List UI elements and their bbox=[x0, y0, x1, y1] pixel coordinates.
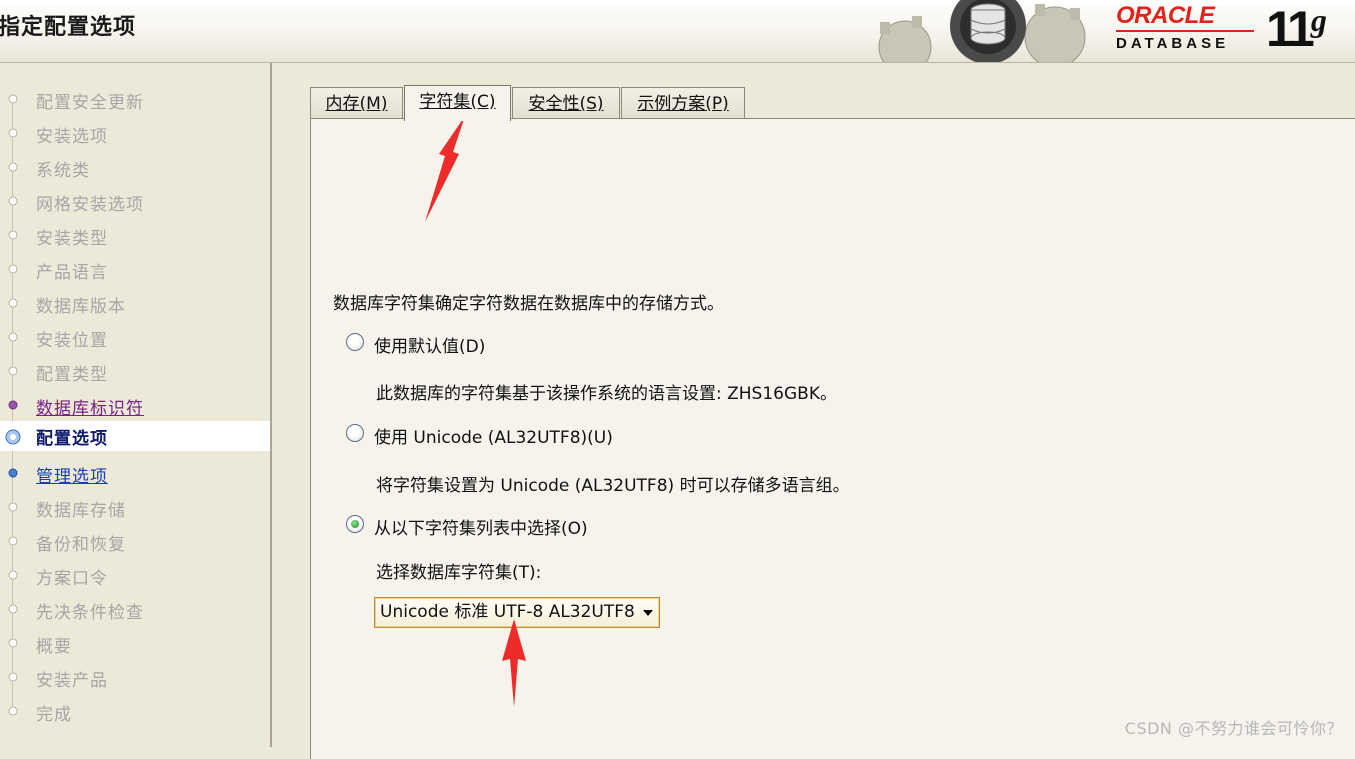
step-node-icon bbox=[8, 298, 18, 308]
step-node-icon bbox=[8, 638, 18, 648]
step-node-icon bbox=[8, 366, 18, 376]
step-node-icon bbox=[8, 604, 18, 614]
sidebar-step-label: 概要 bbox=[36, 637, 72, 657]
sidebar-step: 配置选项 bbox=[0, 421, 270, 451]
page-title: 指定配置选项 bbox=[0, 15, 137, 40]
charset-select[interactable]: Unicode 标准 UTF-8 AL32UTF8 bbox=[374, 597, 660, 628]
tab-charset-mnemonic: (C) bbox=[470, 92, 496, 112]
charset-tab-panel: 数据库字符集确定字符数据在数据库中的存储方式。 使用默认值(D) 此数据库的字符… bbox=[310, 118, 1355, 759]
sidebar-step: 网格安装选项 bbox=[0, 187, 270, 217]
step-node-icon bbox=[8, 230, 18, 240]
sidebar-step-label: 方案口令 bbox=[36, 569, 108, 589]
version-number: 11 bbox=[1266, 1, 1315, 57]
tab-security-label: 安全性 bbox=[528, 94, 580, 114]
tab-security[interactable]: 安全性(S) bbox=[512, 87, 620, 119]
sidebar-step: 系统类 bbox=[0, 153, 270, 183]
current-step-icon bbox=[5, 429, 21, 445]
step-node-icon bbox=[8, 570, 18, 580]
sidebar-step: 配置类型 bbox=[0, 357, 270, 387]
sidebar-step: 备份和恢复 bbox=[0, 527, 270, 557]
sidebar-step-label: 配置安全更新 bbox=[36, 93, 144, 113]
tab-charset[interactable]: 字符集(C) bbox=[404, 85, 511, 121]
sidebar-step-label: 配置选项 bbox=[36, 429, 108, 449]
radio-list-circle[interactable] bbox=[346, 515, 364, 533]
radio-default-circle[interactable] bbox=[346, 333, 364, 351]
version-logo: 11g bbox=[1266, 0, 1327, 58]
sidebar-step-label: 管理选项 bbox=[36, 467, 108, 487]
sidebar-step[interactable]: 数据库标识符 bbox=[0, 391, 270, 421]
sidebar-step-label: 安装选项 bbox=[36, 127, 108, 147]
tab-sample-schemas[interactable]: 示例方案(P) bbox=[621, 87, 745, 119]
sidebar-step-label: 备份和恢复 bbox=[36, 535, 126, 555]
sidebar-step-label: 数据库存储 bbox=[36, 501, 126, 521]
radio-default-label: 使用默认值(D) bbox=[374, 337, 486, 357]
tab-sample-schemas-label: 示例方案 bbox=[637, 94, 706, 114]
version-suffix: g bbox=[1310, 2, 1327, 38]
oracle-logo: ORACLE DATABASE bbox=[1116, 4, 1254, 52]
main-content: 内存(M) 字符集(C) 安全性(S) 示例方案(P) 数据库字符集确定字符数据… bbox=[272, 63, 1355, 759]
charset-select-value: Unicode 标准 UTF-8 AL32UTF8 bbox=[380, 602, 635, 622]
step-node-icon bbox=[8, 502, 18, 512]
select-charset-label: 选择数据库字符集(T): bbox=[376, 563, 542, 583]
step-node-icon bbox=[8, 400, 18, 410]
step-node-icon bbox=[8, 468, 18, 478]
sidebar-step-label: 完成 bbox=[36, 705, 72, 725]
sidebar-step: 概要 bbox=[0, 629, 270, 659]
step-node-icon bbox=[8, 332, 18, 342]
oracle-wordmark: ORACLE bbox=[1116, 2, 1215, 29]
sidebar-step: 产品语言 bbox=[0, 255, 270, 285]
sidebar-step-label: 系统类 bbox=[36, 161, 90, 181]
step-node-icon bbox=[8, 196, 18, 206]
sidebar-step: 安装类型 bbox=[0, 221, 270, 251]
sidebar-step-label: 安装类型 bbox=[36, 229, 108, 249]
sidebar-step-label: 产品语言 bbox=[36, 263, 108, 283]
tab-memory[interactable]: 内存(M) bbox=[310, 87, 403, 119]
sidebar-step-label: 配置类型 bbox=[36, 365, 108, 385]
tab-sample-schemas-mnemonic: (P) bbox=[705, 94, 729, 114]
oracle-logo-rule bbox=[1116, 30, 1254, 32]
sidebar-step: 安装位置 bbox=[0, 323, 270, 353]
sidebar-step-label: 安装产品 bbox=[36, 671, 108, 691]
sidebar-step: 数据库版本 bbox=[0, 289, 270, 319]
step-node-icon bbox=[8, 672, 18, 682]
chevron-down-icon[interactable] bbox=[643, 610, 653, 616]
step-node-icon bbox=[8, 264, 18, 274]
tab-memory-label: 内存 bbox=[325, 94, 360, 114]
radio-unicode-label: 使用 Unicode (AL32UTF8)(U) bbox=[374, 428, 613, 448]
step-node-icon bbox=[8, 536, 18, 546]
sidebar-step-label: 先决条件检查 bbox=[36, 603, 144, 623]
tab-charset-label: 字符集 bbox=[419, 92, 471, 112]
gears-graphic-icon bbox=[878, 0, 1086, 62]
sidebar-step: 先决条件检查 bbox=[0, 595, 270, 625]
sidebar-step: 安装选项 bbox=[0, 119, 270, 149]
tab-security-mnemonic: (S) bbox=[579, 94, 604, 114]
default-charset-note: 此数据库的字符集基于该操作系统的语言设置: ZHS16GBK。 bbox=[376, 384, 837, 404]
sidebar-step-label: 数据库版本 bbox=[36, 297, 126, 317]
radio-unicode-circle[interactable] bbox=[346, 424, 364, 442]
sidebar-step: 配置安全更新 bbox=[0, 85, 270, 115]
step-node-icon bbox=[8, 94, 18, 104]
sidebar-step: 完成 bbox=[0, 697, 270, 727]
sidebar-step-label: 安装位置 bbox=[36, 331, 108, 351]
charset-description: 数据库字符集确定字符数据在数据库中的存储方式。 bbox=[333, 294, 724, 314]
tab-memory-mnemonic: (M) bbox=[359, 94, 388, 114]
step-node-icon bbox=[8, 706, 18, 716]
oracle-database-text: DATABASE bbox=[1116, 35, 1230, 52]
sidebar-step[interactable]: 管理选项 bbox=[0, 459, 270, 489]
sidebar-step: 数据库存储 bbox=[0, 493, 270, 523]
radio-list-label: 从以下字符集列表中选择(O) bbox=[374, 519, 588, 539]
step-node-icon bbox=[8, 162, 18, 172]
sidebar-step-label: 数据库标识符 bbox=[36, 399, 144, 419]
sidebar-step-label: 网格安装选项 bbox=[36, 195, 144, 215]
watermark: CSDN @不努力谁会可怜你？ bbox=[1124, 719, 1343, 738]
sidebar-step: 方案口令 bbox=[0, 561, 270, 591]
steps-sidebar: 配置安全更新 安装选项系统类网格安装选项 安装类型产品语言数据库版本安装位置配置类型… bbox=[0, 63, 272, 747]
installer-header: 指定配置选项 ORACLE DATABASE 11g bbox=[0, 0, 1355, 63]
step-node-icon bbox=[8, 128, 18, 138]
unicode-charset-note: 将字符集设置为 Unicode (AL32UTF8) 时可以存储多语言组。 bbox=[376, 476, 850, 496]
sidebar-step: 安装产品 bbox=[0, 663, 270, 693]
